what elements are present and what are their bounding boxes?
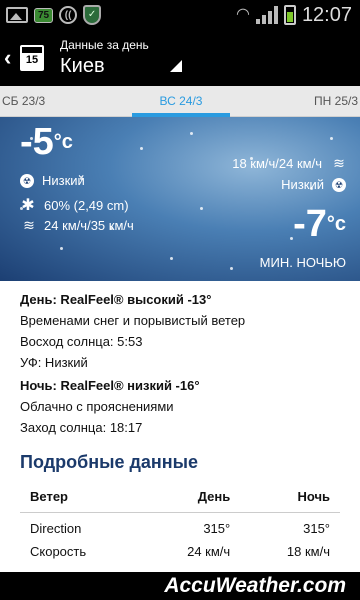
accuweather-logo[interactable]: AccuWeather.com (0, 572, 360, 600)
dropdown-triangle-icon[interactable] (170, 60, 182, 72)
calendar-icon[interactable]: 15 (20, 45, 44, 71)
back-icon[interactable]: ‹ (0, 45, 16, 71)
uv-icon: ☢ (332, 177, 346, 192)
day-description: Временами снег и порывистый ветер (20, 313, 246, 328)
table-header: Ночь (240, 481, 340, 513)
uv-index: УФ: Низкий (20, 355, 88, 370)
snowflake-icon: ✱ (21, 197, 35, 214)
night-temperature: -7°c (293, 203, 346, 245)
header-subtitle: Данные за день (60, 38, 149, 52)
gallery-notification-icon (6, 7, 28, 23)
wind-icon: ≋ (23, 217, 35, 233)
night-description: Облачно с прояснениями (20, 399, 174, 414)
tab-current-day[interactable]: ВС 24/3 (132, 86, 230, 117)
night-realfeel: Ночь: RealFeel® низкий -16° (20, 378, 200, 393)
day-temperature: -5°c (20, 121, 73, 163)
signal-icon (255, 6, 278, 24)
wifi-icon: ◠ (235, 6, 250, 23)
wind-icon: ≋ (333, 155, 345, 171)
wind-table: Ветер День Ночь Direction 315° 315° Скор… (20, 481, 340, 559)
precip-row: ✱ 60% (2,49 cm) (21, 197, 129, 214)
status-bar: 75 (( ✓ ◠ 12:07 (0, 0, 360, 30)
uv-icon: ☢ (20, 173, 34, 188)
app-header: ‹ 15 Данные за день Киев (0, 30, 360, 86)
section-title: Подробные данные (20, 452, 199, 472)
details-content: День: RealFeel® высокий -13° Временами с… (0, 281, 360, 559)
table-row: Скорость 24 км/ч 18 км/ч (30, 544, 330, 559)
clock: 12:07 (301, 3, 352, 26)
city-selector[interactable]: Киев (60, 55, 149, 78)
battery-icon (283, 5, 296, 25)
wifi-hotspot-icon: (( (59, 6, 78, 24)
tab-next-day[interactable]: ПН 25/3 (314, 86, 358, 117)
table-header: День (140, 481, 241, 513)
wind-row: ≋ 24 км/ч/35 км/ч (20, 217, 134, 234)
sunset: Заход солнца: 18:17 (20, 420, 143, 435)
uv-row: ☢ Низкий (20, 173, 85, 188)
shield-icon: ✓ (83, 5, 102, 25)
table-row: Direction 315° 315° (30, 521, 330, 536)
battery-badge: 75 (34, 7, 54, 23)
day-tabs: СБ 23/3 ВС 24/3 ПН 25/3 (0, 86, 360, 117)
night-uv-row: Низкий ☢ (281, 177, 346, 192)
night-min-label: МИН. НОЧЬЮ (259, 255, 346, 270)
tab-previous-day[interactable]: СБ 23/3 (2, 86, 45, 117)
table-header: Ветер (20, 481, 141, 513)
weather-hero: -5°c ☢ Низкий ✱ 60% (2,49 cm) ≋ 24 км/ч/… (0, 117, 360, 281)
day-realfeel: День: RealFeel® высокий -13° (20, 292, 212, 307)
sunrise: Восход солнца: 5:53 (20, 334, 143, 349)
night-wind-row: 18 км/ч/24 км/ч ≋ (232, 155, 346, 172)
